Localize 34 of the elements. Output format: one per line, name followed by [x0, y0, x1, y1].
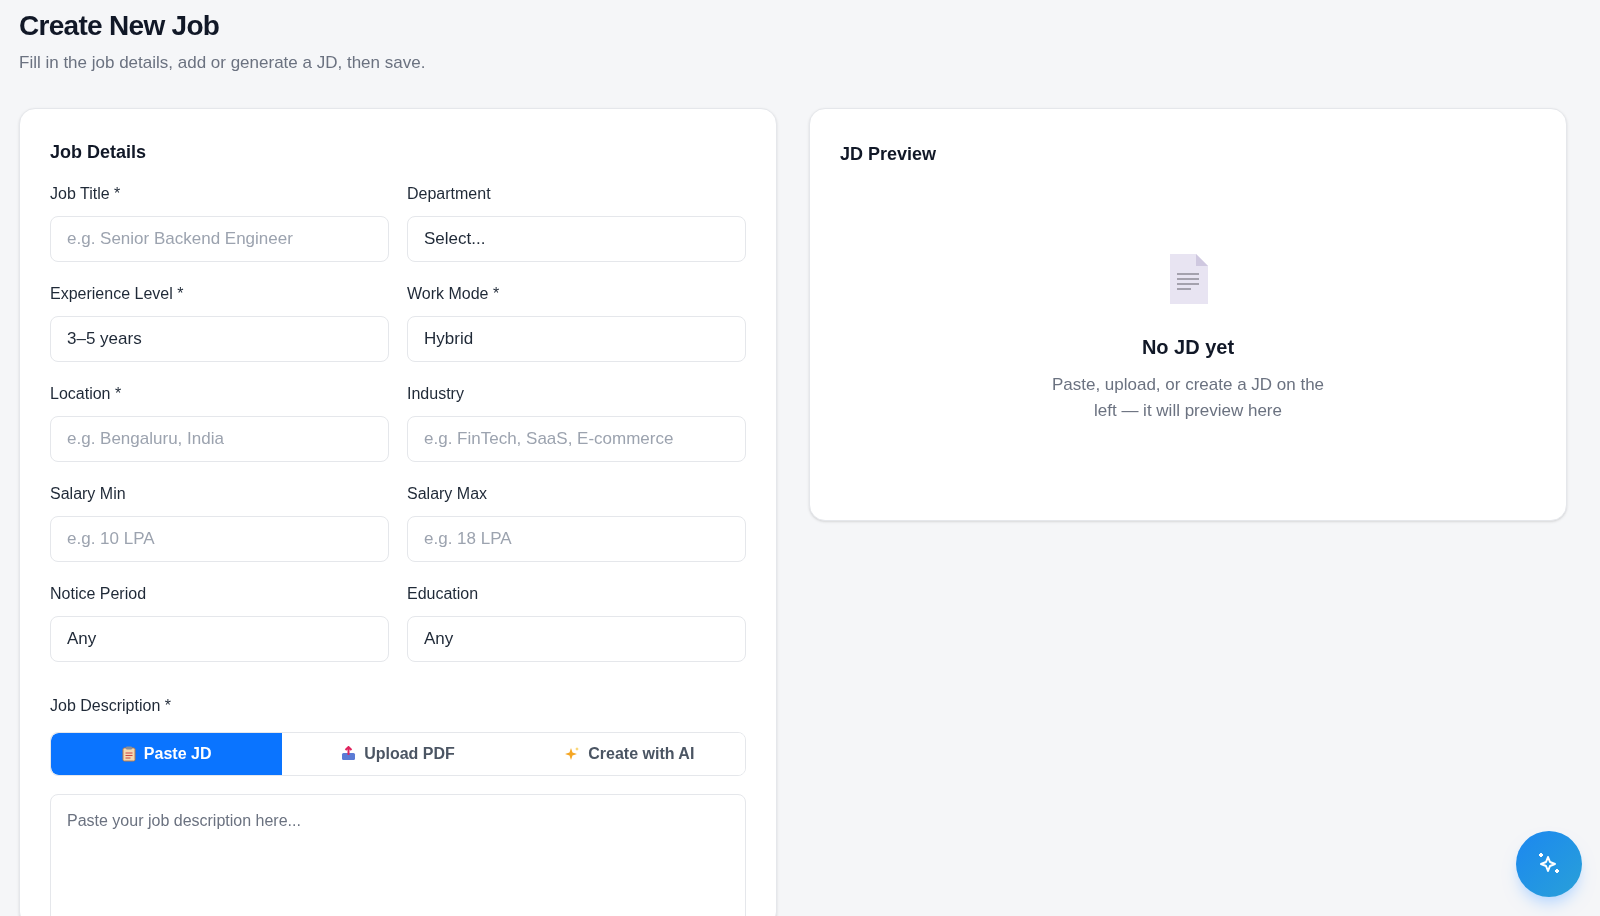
field-label: Department [407, 183, 492, 204]
input-field[interactable]: e.g. 18 LPA [407, 515, 746, 562]
select-field[interactable]: Select... [407, 215, 746, 262]
input-field[interactable]: e.g. FinTech, SaaS, E-commerce [407, 415, 746, 462]
field-label: Salary Min [50, 483, 127, 504]
empty-text: Paste, upload, or create a JD on the left — it will preview here [1050, 373, 1326, 422]
page-title: Create New Job [19, 9, 221, 43]
document-icon [1168, 253, 1208, 304]
empty-title: No JD yet [1141, 334, 1235, 360]
field-label: Location * [50, 383, 123, 404]
select-field[interactable]: Any [407, 615, 746, 662]
field-label: Job Description * [50, 695, 172, 716]
card-title: Job Details [50, 140, 148, 164]
input-field[interactable]: e.g. Bengaluru, India [50, 415, 389, 462]
inbox-upload-icon [341, 746, 357, 761]
field-label: Notice Period [50, 583, 148, 604]
input-field[interactable]: e.g. 10 LPA [50, 515, 389, 562]
field-label: Work Mode * [407, 283, 501, 304]
field-label: Job Title * [50, 183, 122, 204]
page-subtitle: Fill in the job details, add or generate a JD, then save. [19, 52, 427, 74]
select-field[interactable]: 3–5 years [50, 315, 389, 362]
tab[interactable]: Paste JD [51, 732, 283, 775]
field-label: Salary Max [407, 483, 489, 504]
select-field[interactable]: Hybrid [407, 315, 746, 362]
sparkles-icon [564, 745, 581, 762]
input-field[interactable]: e.g. Senior Backend Engineer [50, 215, 389, 262]
field-label: Industry [407, 383, 465, 404]
field-label: Experience Level * [50, 283, 185, 304]
ai-assistant-button[interactable] [1516, 831, 1582, 897]
card-title: JD Preview [840, 142, 937, 166]
description-field[interactable]: Paste your job description here... [50, 793, 746, 916]
field-label: Education [407, 583, 480, 604]
clipboard-icon [121, 745, 136, 762]
select-field[interactable]: Any [50, 615, 389, 662]
